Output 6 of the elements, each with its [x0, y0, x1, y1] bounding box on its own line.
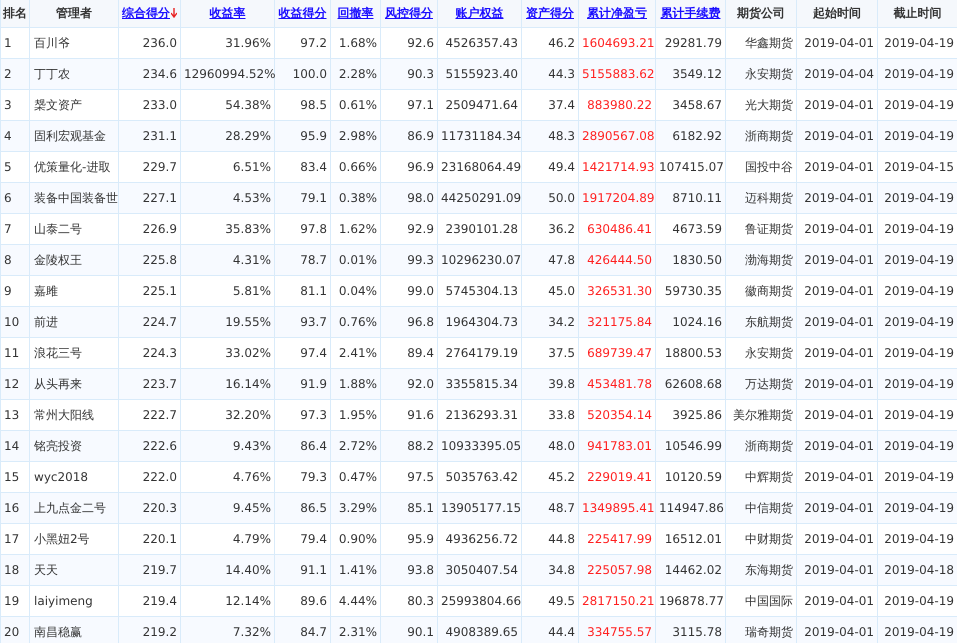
column-header: 管理者: [30, 0, 118, 28]
column-header: 排名: [0, 0, 30, 28]
column-header: 起始时间: [796, 0, 878, 28]
column-header: 期货公司: [726, 0, 796, 28]
column-header: 截止时间: [878, 0, 957, 28]
table-cell: 20: [0, 616, 30, 643]
